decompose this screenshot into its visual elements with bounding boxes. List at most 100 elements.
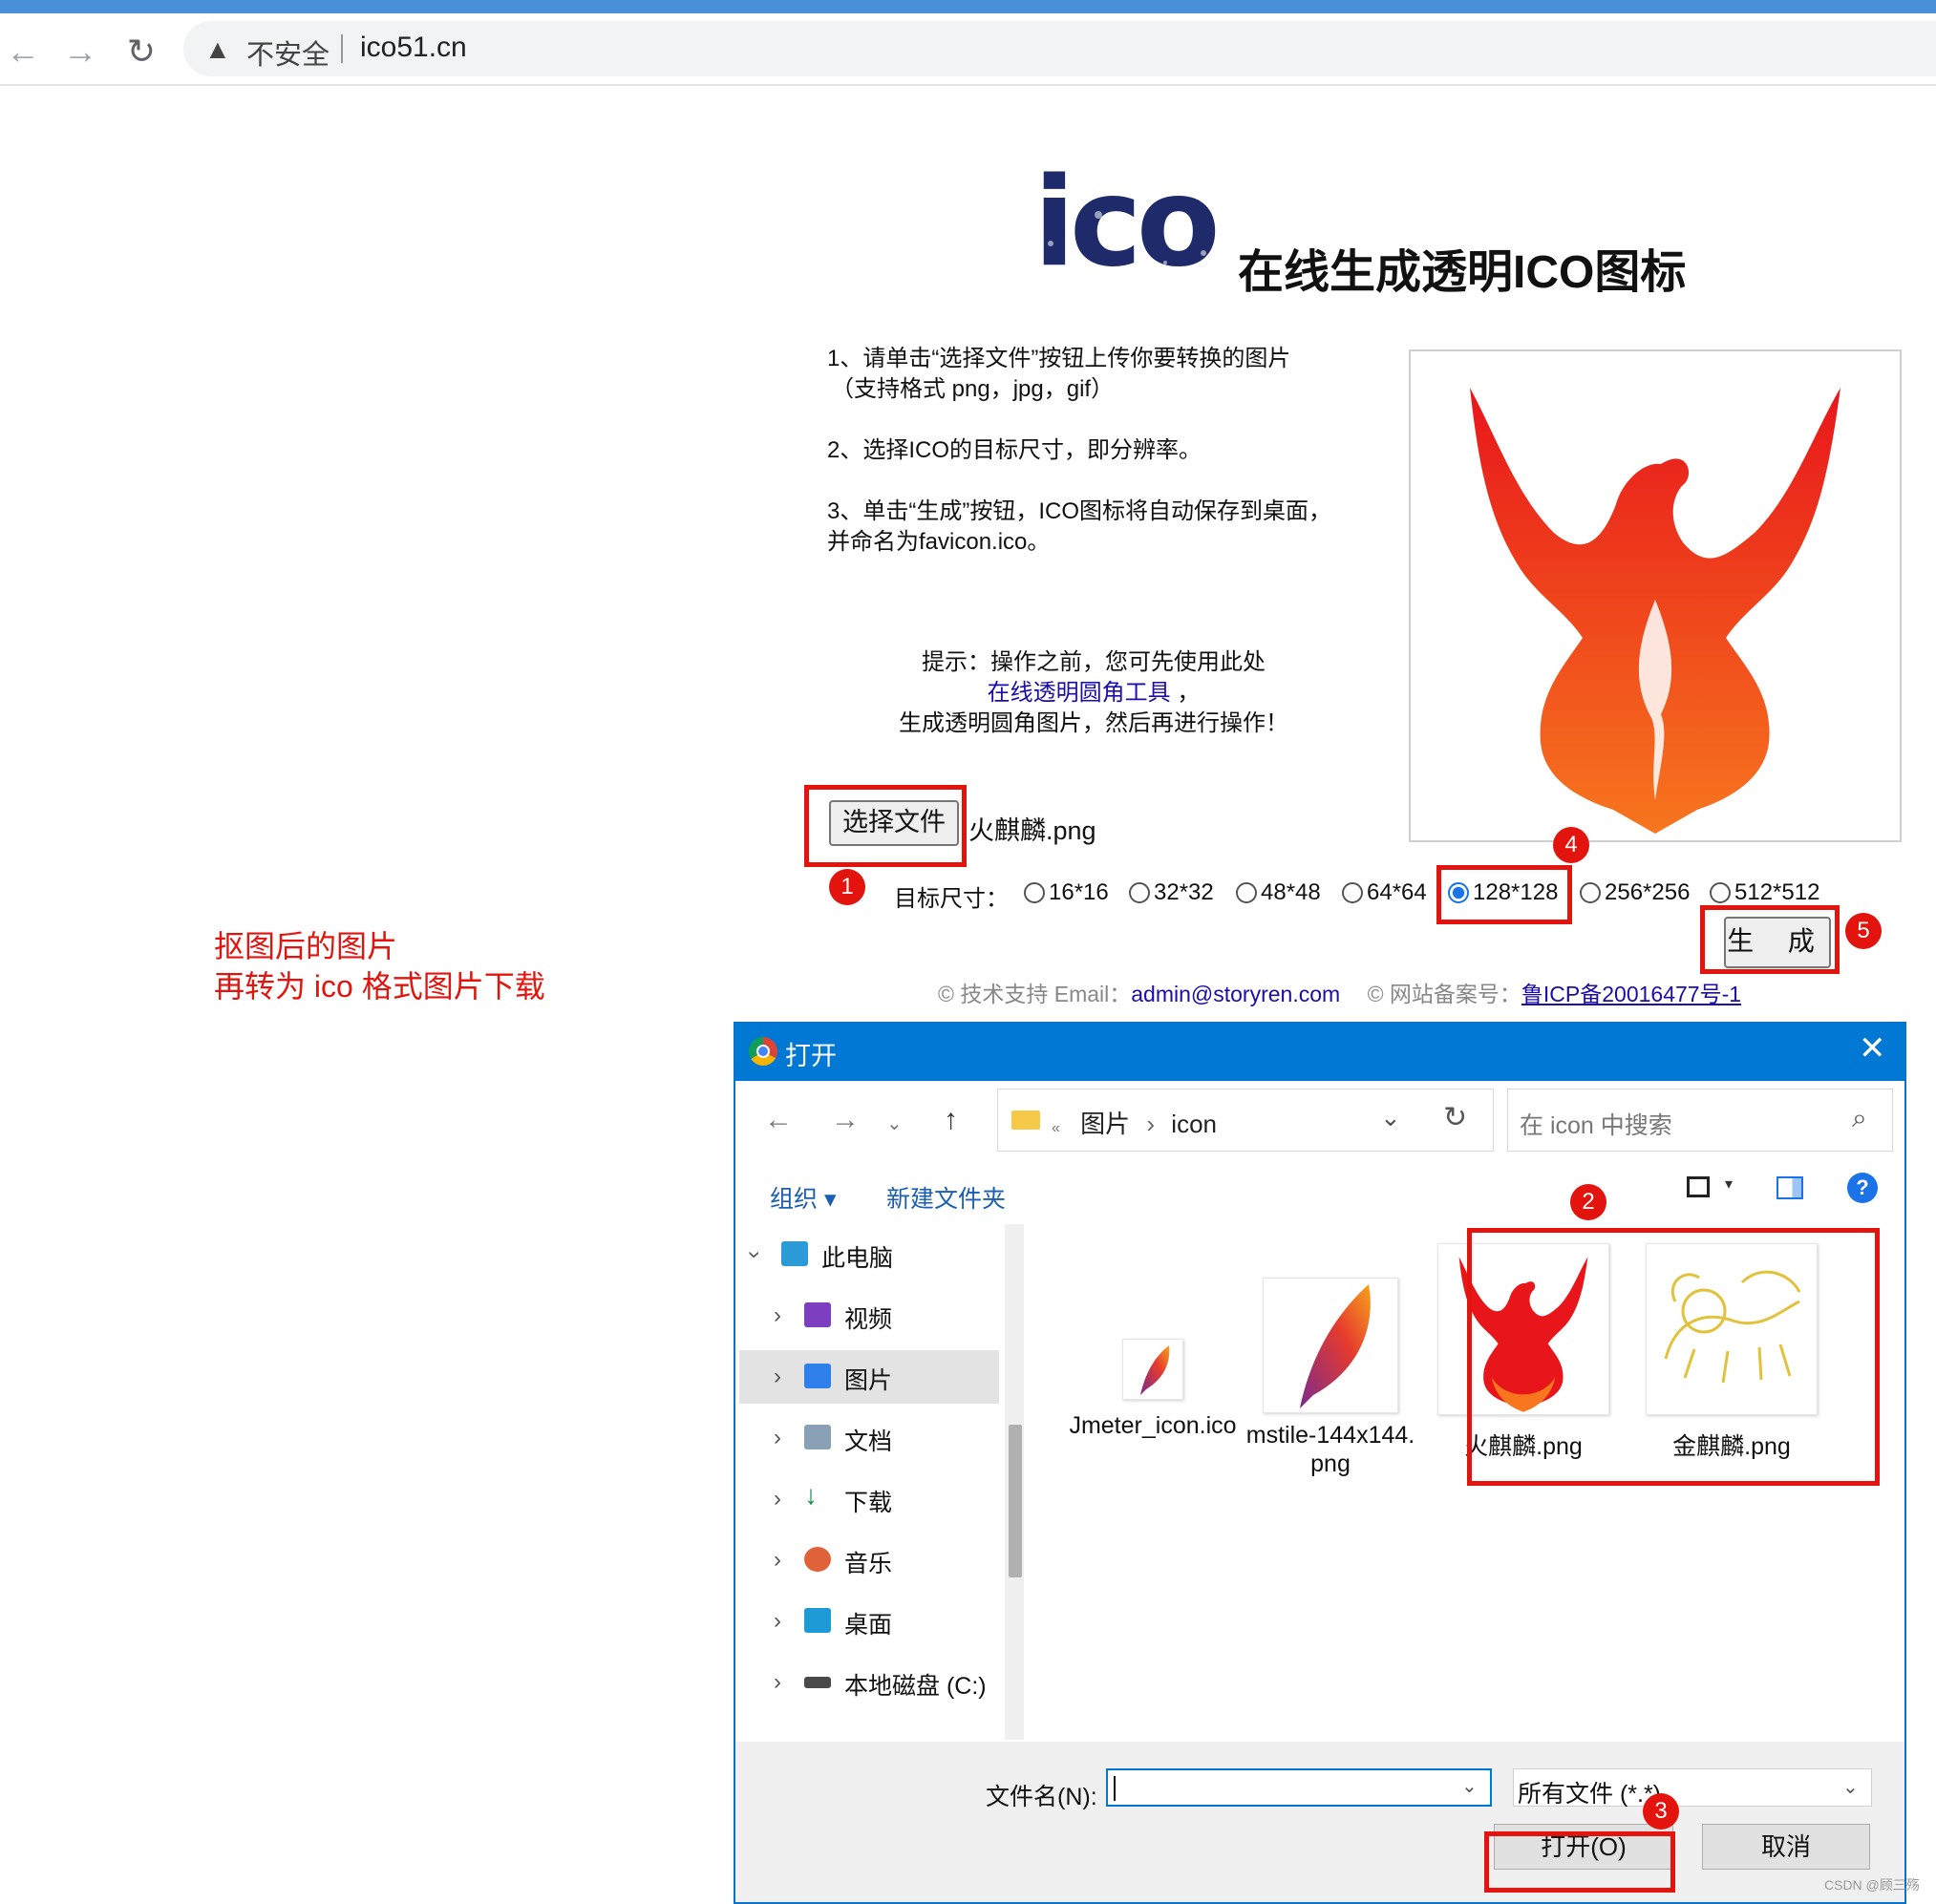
annotation-line-1: 抠图后的图片 — [214, 929, 398, 963]
dialog-titlebar: 打开 ✕ — [735, 1024, 1904, 1081]
close-icon[interactable]: ✕ — [1859, 1029, 1886, 1068]
annotation-box-files — [1467, 1228, 1880, 1486]
instruction-1-formats: （支持格式 png，jpg，gif） — [831, 376, 1115, 402]
search-input[interactable]: 在 icon 中搜索 ⌕ — [1507, 1089, 1893, 1152]
refresh-icon[interactable]: ↻ — [1443, 1101, 1467, 1134]
new-folder-button[interactable]: 新建文件夹 — [886, 1180, 1006, 1215]
file-name: mstile-144x144. png — [1245, 1422, 1415, 1477]
feather-icon — [1122, 1339, 1183, 1400]
chevron-right-icon[interactable]: › — [774, 1486, 781, 1513]
divider — [341, 34, 343, 63]
size-option-512[interactable]: 512*512 — [1710, 879, 1819, 906]
size-option-256[interactable]: 256*256 — [1580, 879, 1690, 906]
instruction-3-cont: 并命名为favicon.ico。 — [827, 529, 1051, 555]
watermark: CSDN @顾三殇 — [1824, 1877, 1920, 1893]
view-mode-icon[interactable] — [1687, 1176, 1710, 1197]
computer-icon — [781, 1241, 808, 1266]
sidebar-item-this-pc[interactable]: › 此电脑 — [739, 1228, 999, 1281]
round-corner-tool-link[interactable]: 在线透明圆角工具 — [988, 680, 1171, 706]
warning-triangle-icon[interactable]: ▲ — [204, 34, 231, 65]
radio-icon[interactable] — [1342, 882, 1363, 903]
sidebar-item-pictures[interactable]: › 图片 — [739, 1350, 999, 1404]
file-type-filter[interactable]: 所有文件 (*.*) ⌄ — [1513, 1768, 1872, 1808]
size-option-16[interactable]: 16*16 — [1024, 879, 1109, 906]
filename-input[interactable]: ⌄ — [1106, 1768, 1492, 1807]
radio-icon[interactable] — [1129, 882, 1150, 903]
radio-icon[interactable] — [1710, 882, 1731, 903]
hint-text: 提示：操作之前，您可先使用此处 在线透明圆角工具 ， 生成透明圆角图片，然后再进… — [840, 647, 1347, 739]
sidebar-item-desktop[interactable]: › 桌面 — [739, 1595, 999, 1648]
forward-icon[interactable]: → — [61, 32, 99, 71]
annotation-badge-5: 5 — [1845, 913, 1882, 949]
file-item[interactable]: mstile-144x144. png — [1240, 1278, 1421, 1478]
chevron-right-icon[interactable]: › — [774, 1302, 781, 1329]
footer-support-label: © 技术支持 Email： — [938, 982, 1132, 1006]
breadcrumb-overflow[interactable]: « — [1052, 1120, 1060, 1136]
filter-value: 所有文件 (*.*) — [1518, 1781, 1662, 1808]
dialog-address-bar[interactable]: « 图片 › icon ⌄ ↻ — [997, 1089, 1494, 1152]
forward-icon[interactable]: → — [831, 1104, 860, 1136]
reload-icon[interactable]: ↻ — [122, 32, 160, 71]
sidebar-item-downloads[interactable]: › ↓ 下载 — [739, 1472, 999, 1526]
chevron-down-icon[interactable]: ⌄ — [1461, 1774, 1478, 1798]
url-text[interactable]: ico51.cn — [360, 32, 467, 64]
chevron-right-icon[interactable]: › — [774, 1364, 781, 1390]
hint-line-1: 提示：操作之前，您可先使用此处 — [922, 649, 1266, 675]
address-bar[interactable]: ▲ 不安全 ico51.cn — [183, 21, 1936, 76]
chevron-down-icon[interactable]: ⌄ — [1380, 1103, 1401, 1132]
instruction-1: 1、请单击“选择文件”按钮上传你要转换的图片 — [827, 346, 1291, 371]
hint-comma: ， — [1170, 680, 1201, 706]
chevron-right-icon[interactable]: › — [774, 1425, 781, 1451]
search-icon[interactable]: ⌕ — [1852, 1103, 1867, 1134]
chosen-file-name: 火麒麟.png — [968, 816, 1096, 845]
annotation-box-generate — [1700, 905, 1840, 974]
annotation-badge-4: 4 — [1553, 827, 1589, 863]
sidebar-scrollbar-thumb[interactable] — [1009, 1425, 1022, 1577]
ico-logo: ico — [1033, 158, 1222, 282]
recent-dropdown-icon[interactable]: ⌄ — [886, 1111, 903, 1135]
radio-icon[interactable] — [1024, 882, 1045, 903]
video-icon — [804, 1302, 831, 1327]
file-item[interactable]: Jmeter_icon.ico — [1062, 1339, 1244, 1440]
breadcrumb-icon-folder[interactable]: icon — [1171, 1110, 1217, 1138]
file-name: Jmeter_icon.ico — [1069, 1412, 1237, 1439]
browser-tab-strip — [0, 0, 1936, 13]
breadcrumb-pictures[interactable]: 图片 — [1080, 1110, 1130, 1138]
chevron-right-icon: › — [1146, 1110, 1156, 1138]
dialog-title: 打开 — [785, 1042, 837, 1070]
organize-menu[interactable]: 组织 ▾ — [770, 1180, 837, 1215]
help-icon[interactable]: ? — [1847, 1173, 1878, 1203]
back-icon[interactable]: ← — [4, 32, 42, 71]
icp-link[interactable]: 鲁ICP备20016477号-1 — [1521, 982, 1741, 1006]
chevron-down-icon[interactable]: ⌄ — [1842, 1775, 1859, 1799]
sidebar-item-videos[interactable]: › 视频 — [739, 1289, 999, 1343]
size-option-48[interactable]: 48*48 — [1236, 879, 1321, 906]
page-title: 在线生成透明ICO图标 — [1238, 247, 1687, 298]
chevron-down-icon[interactable]: › — [741, 1251, 768, 1259]
chevron-right-icon[interactable]: › — [774, 1608, 781, 1635]
annotation-box-size-128 — [1436, 865, 1572, 924]
size-option-32[interactable]: 32*32 — [1129, 879, 1214, 906]
chevron-right-icon[interactable]: › — [774, 1547, 781, 1574]
sidebar-item-documents[interactable]: › 文档 — [739, 1411, 999, 1465]
cancel-button[interactable]: 取消 — [1702, 1824, 1870, 1870]
radio-icon[interactable] — [1236, 882, 1257, 903]
navigation-pane: › 此电脑 › 视频 › 图片 › 文档 › ↓ 下载 › 音乐 › 桌面 › … — [739, 1224, 1005, 1740]
preview-pane-icon[interactable] — [1776, 1176, 1803, 1199]
desktop-icon — [804, 1608, 831, 1633]
filename-label: 文件名(N): — [986, 1784, 1097, 1810]
sidebar-item-music[interactable]: › 音乐 — [739, 1534, 999, 1587]
documents-icon — [804, 1425, 831, 1449]
sidebar-item-local-disk[interactable]: › 本地磁盘 (C:) — [739, 1656, 999, 1709]
support-email-link[interactable]: admin@storyren.com — [1131, 982, 1340, 1006]
back-icon[interactable]: ← — [764, 1104, 793, 1136]
chevron-right-icon[interactable]: › — [774, 1669, 781, 1696]
radio-icon[interactable] — [1580, 882, 1601, 903]
up-folder-icon[interactable]: ↑ — [944, 1104, 958, 1136]
site-footer: © 技术支持 Email：admin@storyren.com © 网站备案号：… — [938, 976, 1741, 1008]
insecure-label[interactable]: 不安全 — [246, 32, 330, 73]
hint-line-3: 生成透明圆角图片，然后再进行操作！ — [899, 710, 1288, 736]
view-dropdown-icon[interactable]: ▾ — [1725, 1174, 1733, 1194]
music-icon — [804, 1547, 831, 1572]
size-option-64[interactable]: 64*64 — [1342, 879, 1427, 906]
